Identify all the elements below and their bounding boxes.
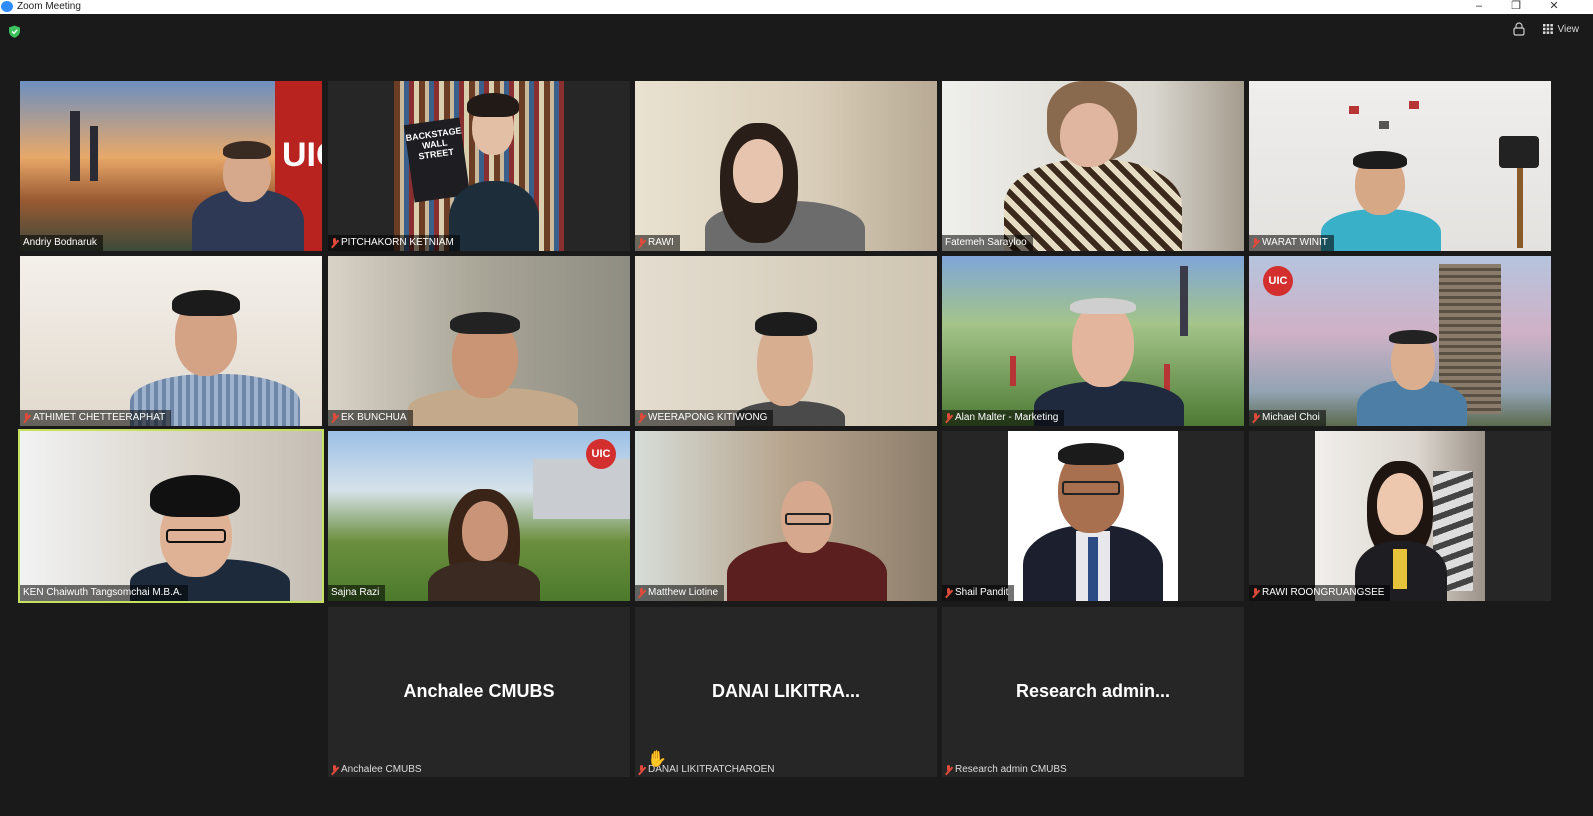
uic-logo-badge: UIC — [1263, 266, 1293, 296]
muted-mic-icon — [945, 588, 952, 598]
restore-button[interactable]: ❐ — [1507, 0, 1525, 13]
participant-video — [635, 431, 937, 601]
participant-video: UIC — [1249, 256, 1551, 426]
participant-tile[interactable]: RAWI ROONGRUANGSEE — [1249, 431, 1551, 601]
participant-name-tag: Shail Pandit — [942, 585, 1015, 601]
muted-mic-icon — [331, 413, 338, 423]
participant-video — [942, 81, 1244, 251]
muted-mic-icon — [945, 413, 952, 423]
participant-video — [328, 256, 630, 426]
muted-mic-icon — [638, 413, 645, 423]
participant-tile[interactable]: UIC Andriy Bodnaruk — [20, 81, 322, 251]
view-label: View — [1557, 23, 1580, 35]
participant-video — [942, 256, 1244, 426]
window-title: Zoom Meeting — [17, 1, 81, 12]
participant-tile[interactable]: BACKSTAGE WALL STREET PITCHAKORN KETNIAM — [328, 81, 630, 251]
participant-tile[interactable]: Fatemeh Sarayloo — [942, 81, 1244, 251]
participant-tile[interactable]: WEERAPONG KITIWONG — [635, 256, 937, 426]
participant-name-tag: RAWI ROONGRUANGSEE — [1249, 585, 1391, 601]
muted-mic-icon — [1252, 413, 1259, 423]
participant-tile[interactable]: Shail Pandit — [942, 431, 1244, 601]
participant-video — [1249, 81, 1551, 251]
participant-video — [20, 256, 322, 426]
participant-tile[interactable]: UIC Michael Choi — [1249, 256, 1551, 426]
participant-tile-video-off[interactable]: DANAI LIKITRA... DANAI LIKITRATCHAROEN — [635, 607, 937, 777]
participant-video — [1315, 431, 1485, 601]
uic-wall-logo: UIC — [282, 136, 322, 174]
participant-name-tag: Andriy Bodnaruk — [20, 235, 103, 251]
participant-name-tag: WARAT WINIT — [1249, 235, 1334, 251]
book-cover: BACKSTAGE WALL STREET — [403, 117, 471, 203]
participant-video — [1008, 431, 1178, 601]
security-shield-icon[interactable] — [8, 25, 21, 38]
participant-name-tag: Anchalee CMUBS — [331, 764, 422, 775]
close-button[interactable]: ✕ — [1545, 0, 1563, 13]
hand-cursor-icon: ✋ — [647, 751, 667, 768]
grid-icon — [1542, 24, 1553, 34]
muted-mic-icon — [945, 764, 952, 775]
muted-mic-icon — [638, 588, 645, 598]
participant-name-tag: WEERAPONG KITIWONG — [635, 410, 774, 426]
muted-mic-icon — [23, 413, 30, 423]
uic-logo-badge: UIC — [586, 439, 616, 469]
participant-name-tag: Research admin CMUBS — [945, 764, 1067, 775]
participant-name-tag: ATHIMET CHETTEERAPHAT — [20, 410, 172, 426]
participant-name-tag: Michael Choi — [1249, 410, 1326, 426]
participant-tile[interactable]: ATHIMET CHETTEERAPHAT — [20, 256, 322, 426]
muted-mic-icon — [638, 238, 645, 248]
participant-tile-video-off[interactable]: Anchalee CMUBS Anchalee CMUBS — [328, 607, 630, 777]
muted-mic-icon — [331, 764, 338, 775]
view-button[interactable]: View — [1542, 23, 1580, 35]
participant-video — [20, 431, 322, 601]
participant-display-name: DANAI LIKITRA... — [712, 681, 860, 701]
participant-name-tag: Sajna Razi — [328, 585, 386, 601]
participant-name-tag: Matthew Liotine — [635, 585, 725, 601]
participant-name-tag: PITCHAKORN KETNIAM — [328, 235, 460, 251]
muted-mic-icon — [1252, 238, 1259, 248]
participant-tile-active-speaker[interactable]: KEN Chaiwuth Tangsomchai M.B.A. — [18, 429, 324, 603]
participant-tile[interactable]: Matthew Liotine — [635, 431, 937, 601]
participant-video — [635, 81, 937, 251]
participant-name-tag: Alan Malter - Marketing — [942, 410, 1065, 426]
muted-mic-icon — [638, 764, 645, 775]
zoom-logo-icon — [1, 1, 13, 12]
participant-video — [635, 256, 937, 426]
participant-video: UIC — [20, 81, 322, 251]
title-bar: Zoom Meeting – ❐ ✕ — [0, 0, 1593, 14]
immersive-view-icon[interactable] — [1512, 22, 1525, 36]
participant-display-name: Research admin... — [1015, 681, 1171, 701]
participant-video: UIC — [328, 431, 630, 601]
participant-display-name: Anchalee CMUBS — [403, 681, 555, 701]
participant-tile[interactable]: UIC Sajna Razi — [328, 431, 630, 601]
participant-tile[interactable]: EK BUNCHUA — [328, 256, 630, 426]
participant-name-tag: RAWI — [635, 235, 680, 251]
participant-tile[interactable]: Alan Malter - Marketing — [942, 256, 1244, 426]
participant-name-tag: EK BUNCHUA — [328, 410, 413, 426]
participant-tile-video-off[interactable]: Research admin... Research admin CMUBS — [942, 607, 1244, 777]
participant-tile[interactable]: RAWI — [635, 81, 937, 251]
muted-mic-icon — [1252, 588, 1259, 598]
minimize-button[interactable]: – — [1470, 0, 1488, 13]
participant-name-tag: Fatemeh Sarayloo — [942, 235, 1033, 251]
muted-mic-icon — [331, 238, 338, 248]
participant-tile[interactable]: WARAT WINIT — [1249, 81, 1551, 251]
participant-video: BACKSTAGE WALL STREET — [394, 81, 564, 251]
participant-name-tag: KEN Chaiwuth Tangsomchai M.B.A. — [20, 585, 189, 601]
